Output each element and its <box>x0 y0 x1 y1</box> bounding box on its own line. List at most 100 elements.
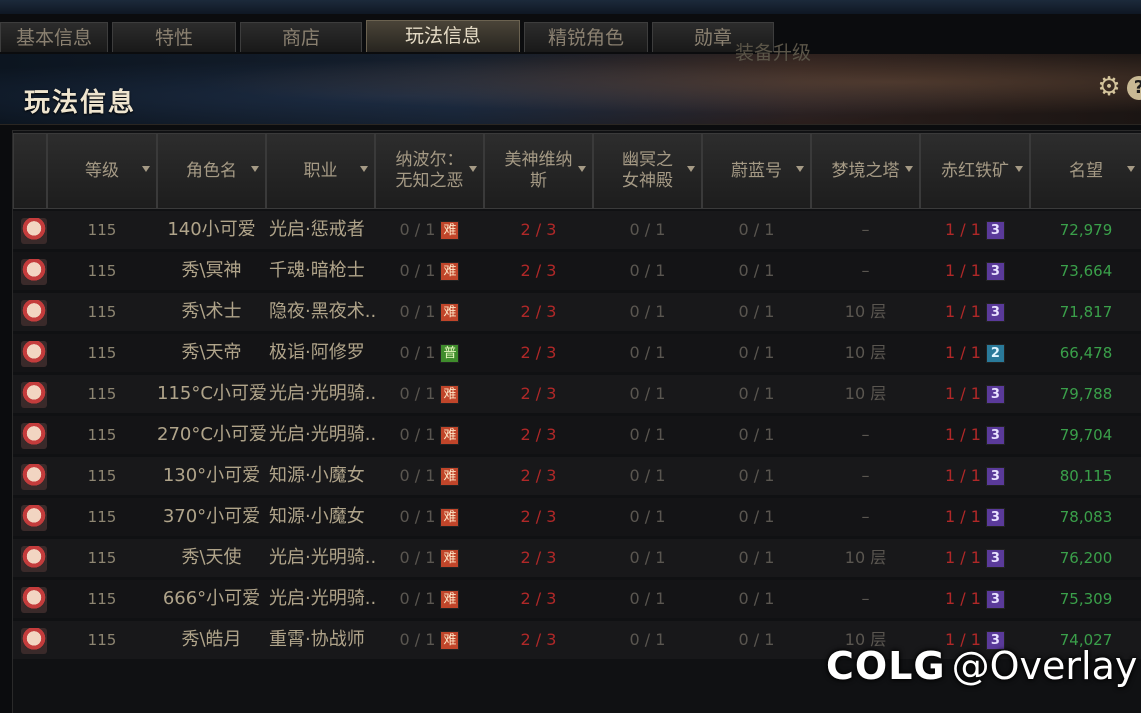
job-cell: 光启·光明骑... <box>269 580 375 618</box>
character-avatar-icon <box>21 546 47 572</box>
name-cell-text: 115°C小可爱 <box>157 383 266 404</box>
difficulty-badge: 难 <box>440 262 460 281</box>
tier-badge: 3 <box>985 467 1005 486</box>
nether-cell-text: 0 / 1 <box>629 630 666 649</box>
nabol-cell: 0 / 1难 <box>375 375 484 413</box>
reputation-cell: 72,979 <box>1030 211 1141 249</box>
job-cell: 光启·光明骑... <box>269 375 375 413</box>
header-venus-label: 美神维纳 斯 <box>504 150 573 191</box>
reputation-cell: 80,115 <box>1030 457 1141 495</box>
sort-arrow-icon <box>251 166 259 172</box>
name-cell: 秀\皓月 <box>157 621 266 659</box>
name-cell-text: 140小可爱 <box>167 219 256 240</box>
name-cell: 秀\术士 <box>157 293 266 331</box>
dream-tower-cell-text: 10 层 <box>844 343 887 362</box>
azure-cell-text: 0 / 1 <box>738 466 775 485</box>
reputation-cell-text: 73,664 <box>1059 262 1113 280</box>
dream-tower-cell: 10 层 <box>811 293 920 331</box>
reputation-cell-text: 75,309 <box>1059 590 1113 608</box>
nether-cell: 0 / 1 <box>593 252 702 290</box>
nabol-cell: 0 / 1难 <box>375 211 484 249</box>
header-nether-label: 幽冥之 女神殿 <box>622 150 673 191</box>
job-cell: 知源·小魔女 <box>269 457 375 495</box>
header-red-iron[interactable]: 赤红铁矿 <box>920 133 1030 209</box>
header-dream-tower[interactable]: 梦境之塔 <box>811 133 920 209</box>
nether-cell: 0 / 1 <box>593 375 702 413</box>
nabol-cell-text: 0 / 1 <box>399 261 436 280</box>
header-reputation-label: 名望 <box>1069 160 1103 181</box>
red-iron-cell-text: 1 / 1 <box>945 343 981 362</box>
venus-cell-text: 2 / 3 <box>520 548 557 567</box>
azure-cell-text: 0 / 1 <box>738 261 775 280</box>
table-row[interactable]: 115 270°C小可爱 光启·光明骑... 0 / 1难2 / 30 / 10 / … <box>13 416 1141 454</box>
header-reputation[interactable]: 名望 <box>1030 133 1141 209</box>
table-row[interactable]: 115 秀\冥神 千魂·暗枪士 0 / 1难2 / 30 / 10 / 1–1 / 1… <box>13 252 1141 290</box>
table-row[interactable]: 115 秀\天帝 极诣·阿修罗 0 / 1普2 / 30 / 10 / 1 10 层1 … <box>13 334 1141 372</box>
table-row[interactable]: 115 666°小可爱 光启·光明骑... 0 / 1难2 / 30 / 10 / 1… <box>13 580 1141 618</box>
tab-shop[interactable]: 商店 <box>240 22 362 52</box>
character-avatar-icon <box>21 628 47 654</box>
dream-tower-cell-text: – <box>861 589 870 608</box>
header-nabol[interactable]: 纳波尔： 无知之恶 <box>375 133 484 209</box>
tier-badge: 3 <box>985 385 1005 404</box>
name-cell-text: 130°小可爱 <box>162 465 261 486</box>
name-cell: 秀\天使 <box>157 539 266 577</box>
level-cell: 115 <box>47 621 157 659</box>
nabol-cell-text: 0 / 1 <box>399 302 436 321</box>
job-cell: 光启·光明骑... <box>269 539 375 577</box>
nabol-cell-text: 0 / 1 <box>399 548 436 567</box>
header-level[interactable]: 等级 <box>47 133 157 209</box>
job-cell: 千魂·暗枪士 <box>269 252 375 290</box>
tab-traits[interactable]: 特性 <box>112 22 236 52</box>
nether-cell-text: 0 / 1 <box>629 261 666 280</box>
level-cell-text: 115 <box>87 549 117 567</box>
level-cell: 115 <box>47 498 157 536</box>
header-venus[interactable]: 美神维纳 斯 <box>484 133 593 209</box>
difficulty-badge: 难 <box>440 426 460 445</box>
table-row[interactable]: 115 130°小可爱 知源·小魔女 0 / 1难2 / 30 / 10 / 1–1 … <box>13 457 1141 495</box>
header-azure[interactable]: 蔚蓝号 <box>702 133 811 209</box>
dream-tower-cell-text: 10 层 <box>844 548 887 567</box>
reputation-cell: 75,309 <box>1030 580 1141 618</box>
nether-cell: 0 / 1 <box>593 498 702 536</box>
help-icon[interactable]: ? <box>1127 76 1141 100</box>
nabol-cell: 0 / 1难 <box>375 416 484 454</box>
header-name[interactable]: 角色名 <box>157 133 266 209</box>
reputation-cell: 76,200 <box>1030 539 1141 577</box>
window-title-bar <box>0 0 1141 14</box>
name-cell-text: 秀\术士 <box>181 301 242 322</box>
table-row[interactable]: 115 秀\天使 光启·光明骑... 0 / 1难2 / 30 / 10 / 1 10 … <box>13 539 1141 577</box>
name-cell-text: 秀\天帝 <box>181 342 242 363</box>
tab-gameplay-info[interactable]: 玩法信息 <box>366 20 520 52</box>
tab-elite-characters[interactable]: 精锐角色 <box>524 22 648 52</box>
sort-arrow-icon <box>1015 166 1023 172</box>
header-avatar <box>13 133 47 209</box>
table-row[interactable]: 115 140小可爱 光启·惩戒者 0 / 1难2 / 30 / 10 / 1–1 /… <box>13 211 1141 249</box>
sort-arrow-icon <box>796 166 804 172</box>
red-iron-cell: 1 / 13 <box>920 498 1030 536</box>
character-avatar-icon <box>21 505 47 531</box>
name-cell: 666°小可爱 <box>157 580 266 618</box>
dream-tower-cell: – <box>811 580 920 618</box>
difficulty-badge: 难 <box>440 303 460 322</box>
name-cell: 140小可爱 <box>157 211 266 249</box>
job-cell-text: 隐夜·黑夜术... <box>269 301 375 322</box>
header-dream-tower-label: 梦境之塔 <box>831 160 900 181</box>
table-row[interactable]: 115 115°C小可爱 光启·光明骑... 0 / 1难2 / 30 / 10 / … <box>13 375 1141 413</box>
dream-tower-cell: – <box>811 498 920 536</box>
table-row[interactable]: 115 370°小可爱 知源·小魔女 0 / 1难2 / 30 / 10 / 1–1 … <box>13 498 1141 536</box>
nether-cell-text: 0 / 1 <box>629 466 666 485</box>
character-avatar-icon <box>21 218 47 244</box>
table-row[interactable]: 115 秀\术士 隐夜·黑夜术... 0 / 1难2 / 30 / 10 / 1 10 … <box>13 293 1141 331</box>
dream-tower-cell-text: – <box>861 425 870 444</box>
gear-icon[interactable]: ⚙ <box>1097 74 1121 100</box>
header-nether[interactable]: 幽冥之 女神殿 <box>593 133 702 209</box>
header-job[interactable]: 职业 <box>266 133 375 209</box>
name-cell-text: 秀\冥神 <box>181 260 242 281</box>
venus-cell: 2 / 3 <box>484 416 593 454</box>
reputation-cell: 79,704 <box>1030 416 1141 454</box>
job-cell-text: 极诣·阿修罗 <box>269 342 365 363</box>
name-cell: 秀\天帝 <box>157 334 266 372</box>
character-avatar-icon <box>21 587 47 613</box>
tab-basic-info[interactable]: 基本信息 <box>0 22 108 52</box>
